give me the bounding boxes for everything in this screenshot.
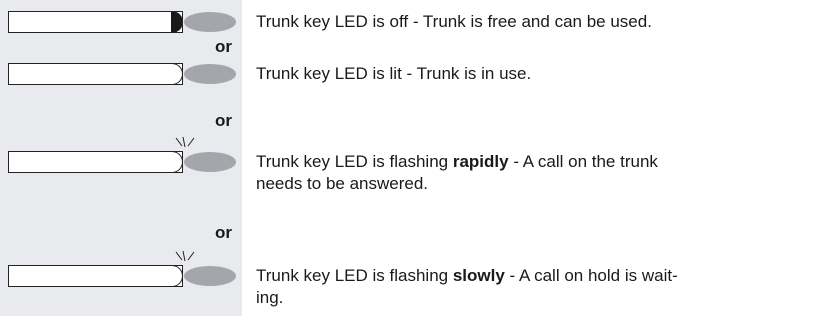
key-illustration-column: or or or	[0, 0, 242, 316]
led-flashing-slow-description: Trunk key LED is flashing slowly - A cal…	[256, 266, 678, 307]
trunk-key-button	[8, 265, 183, 287]
trunk-key-lit	[8, 60, 236, 88]
trunk-key-off	[8, 8, 236, 36]
or-label: or	[215, 37, 232, 56]
led-lit-description: Trunk key LED is lit - Trunk is in use.	[256, 64, 532, 83]
trunk-key-button	[8, 63, 183, 85]
emphasis-rapidly: rapidly	[452, 152, 509, 171]
flash-rays-icon	[175, 250, 195, 262]
led-flashing-rapid-description: Trunk key LED is flashing rapidly - A ca…	[256, 152, 658, 193]
or-label: or	[215, 223, 232, 242]
led-icon	[184, 12, 236, 32]
led-off-description: Trunk key LED is off - Trunk is free and…	[256, 12, 652, 31]
led-icon	[184, 152, 236, 172]
emphasis-slowly: slowly	[452, 266, 505, 285]
led-icon	[184, 266, 236, 286]
trunk-key-button	[8, 151, 183, 173]
flash-rays-icon	[175, 136, 195, 148]
or-label: or	[215, 111, 232, 130]
trunk-key-button	[8, 11, 183, 33]
led-icon	[184, 64, 236, 84]
trunk-key-flashing-slow	[8, 250, 236, 290]
trunk-key-flashing-rapid	[8, 136, 236, 176]
